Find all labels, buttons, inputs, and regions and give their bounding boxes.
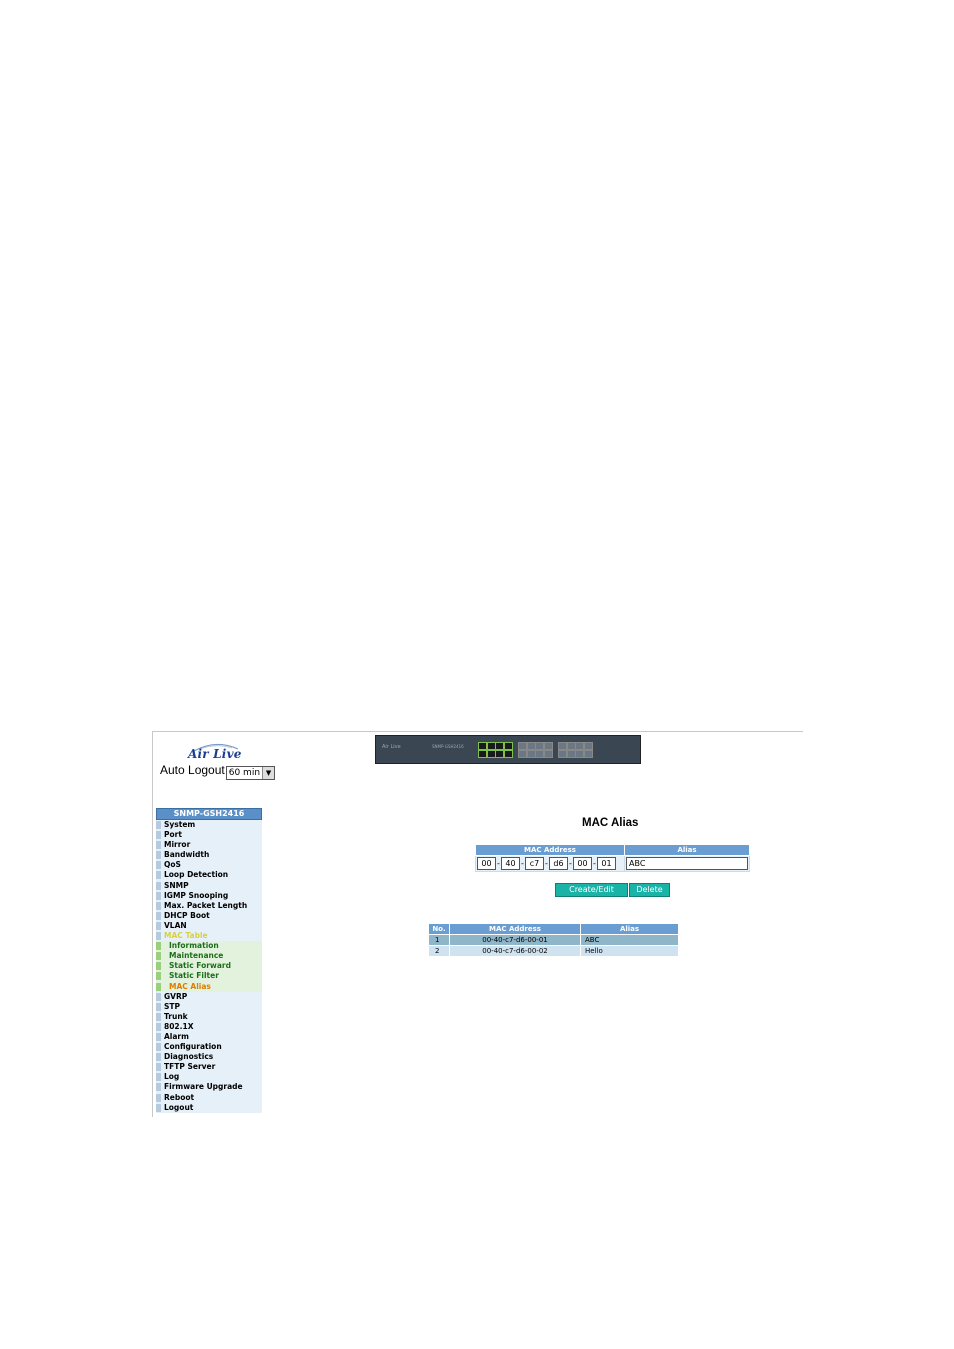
sidebar-item-system[interactable]: System (156, 820, 262, 831)
mac-octet-3-input[interactable]: c7 (525, 857, 544, 870)
sidebar: SNMP-GSH2416 System Port Mirror Bandwidt… (156, 808, 262, 1113)
mac-input-cell: 00-40- c7- d6-00-01 (475, 855, 625, 872)
sidebar-item-mirror[interactable]: Mirror (156, 840, 262, 851)
sidebar-item-log[interactable]: Log (156, 1072, 262, 1083)
sidebar-subitem-information[interactable]: Information (156, 941, 262, 952)
mac-octet-2-input[interactable]: 40 (501, 857, 520, 870)
sidebar-item-snmp[interactable]: SNMP (156, 880, 262, 891)
form-header-alias: Alias (624, 844, 750, 856)
sidebar-item-max-packet-length[interactable]: Max. Packet Length (156, 900, 262, 911)
delete-button[interactable]: Delete (629, 883, 670, 897)
mac-octet-1-input[interactable]: 00 (477, 857, 496, 870)
alias-input[interactable]: ABC (626, 857, 748, 870)
switch-panel-image: Air Live SNMP-GSH2416 (375, 735, 641, 764)
sidebar-item-port[interactable]: Port (156, 830, 262, 841)
frame-top-border (152, 731, 803, 732)
mac-octet-6-input[interactable]: 01 (597, 857, 616, 870)
form-header-mac: MAC Address (475, 844, 625, 856)
mac-octet-5-input[interactable]: 00 (573, 857, 592, 870)
auto-logout-value: 60 min (228, 768, 261, 778)
sidebar-title: SNMP-GSH2416 (156, 808, 262, 820)
row-no: 2 (428, 945, 450, 957)
row-alias: ABC (580, 934, 679, 946)
switch-port-icon (503, 750, 513, 758)
switch-port-icon (583, 742, 593, 750)
page-title: MAC Alias (582, 817, 639, 829)
column-header-no: No. (428, 923, 450, 935)
table-header-row: No. MAC Address Alias (428, 923, 679, 935)
sidebar-item-configuration[interactable]: Configuration (156, 1042, 262, 1053)
row-mac: 00-40-c7-d6-00-01 (449, 934, 581, 946)
column-header-mac: MAC Address (449, 923, 581, 935)
frame-left-border (152, 731, 153, 1117)
sidebar-item-dhcp-boot[interactable]: DHCP Boot (156, 910, 262, 921)
switch-model-text: SNMP-GSH2416 (432, 744, 464, 749)
logo-text: Air Live (188, 747, 242, 761)
sidebar-item-loop-detection[interactable]: Loop Detection (156, 870, 262, 881)
switch-port-icon (583, 750, 593, 758)
switch-brand-text: Air Live (382, 744, 401, 750)
web-ui-frame: Air Live Auto Logout 60 min ▼ Air Live SNM… (152, 731, 803, 1117)
sidebar-item-logout[interactable]: Logout (156, 1102, 262, 1113)
sidebar-item-trunk[interactable]: Trunk (156, 1011, 262, 1022)
row-alias: Hello (580, 945, 679, 957)
sidebar-item-firmware-upgrade[interactable]: Firmware Upgrade (156, 1082, 262, 1093)
sidebar-subitem-mac-alias[interactable]: MAC Alias (156, 981, 262, 992)
column-header-alias: Alias (580, 923, 679, 935)
auto-logout: Auto Logout 60 min ▼ (160, 763, 276, 780)
sidebar-item-mac-table[interactable]: MAC Table (156, 931, 262, 942)
sidebar-item-reboot[interactable]: Reboot (156, 1092, 262, 1103)
table-row[interactable]: 2 00-40-c7-d6-00-02 Hello (428, 945, 679, 957)
mac-alias-table: No. MAC Address Alias 1 00-40-c7-d6-00-0… (428, 923, 679, 957)
row-mac: 00-40-c7-d6-00-02 (449, 945, 581, 957)
sidebar-item-gvrp[interactable]: GVRP (156, 991, 262, 1002)
row-no: 1 (428, 934, 450, 946)
alias-input-cell: ABC (624, 855, 750, 872)
switch-port-icon (503, 742, 513, 750)
sidebar-item-tftp-server[interactable]: TFTP Server (156, 1062, 262, 1073)
sidebar-subitem-static-filter[interactable]: Static Filter (156, 971, 262, 982)
sidebar-item-diagnostics[interactable]: Diagnostics (156, 1052, 262, 1063)
mac-alias-form: MAC Address Alias 00-40- c7- d6-00-01 ABC (475, 844, 750, 872)
sidebar-subitem-maintenance[interactable]: Maintenance (156, 951, 262, 962)
sidebar-item-qos[interactable]: QoS (156, 860, 262, 871)
sidebar-item-igmp-snooping[interactable]: IGMP Snooping (156, 890, 262, 901)
auto-logout-label: Auto Logout (160, 763, 225, 777)
sidebar-item-vlan[interactable]: VLAN (156, 920, 262, 932)
switch-port-icon (543, 750, 553, 758)
mac-octet-4-input[interactable]: d6 (549, 857, 568, 870)
auto-logout-select[interactable]: 60 min ▼ (225, 766, 276, 780)
sidebar-subitem-static-forward[interactable]: Static Forward (156, 961, 262, 972)
sidebar-item-bandwidth[interactable]: Bandwidth (156, 850, 262, 861)
table-row[interactable]: 1 00-40-c7-d6-00-01 ABC (428, 934, 679, 946)
chevron-down-icon[interactable]: ▼ (262, 767, 275, 779)
switch-port-icon (543, 742, 553, 750)
sidebar-item-stp[interactable]: STP (156, 1001, 262, 1012)
sidebar-item-8021x[interactable]: 802.1X (156, 1021, 262, 1032)
create-edit-button[interactable]: Create/Edit (555, 883, 628, 897)
sidebar-item-alarm[interactable]: Alarm (156, 1031, 262, 1043)
